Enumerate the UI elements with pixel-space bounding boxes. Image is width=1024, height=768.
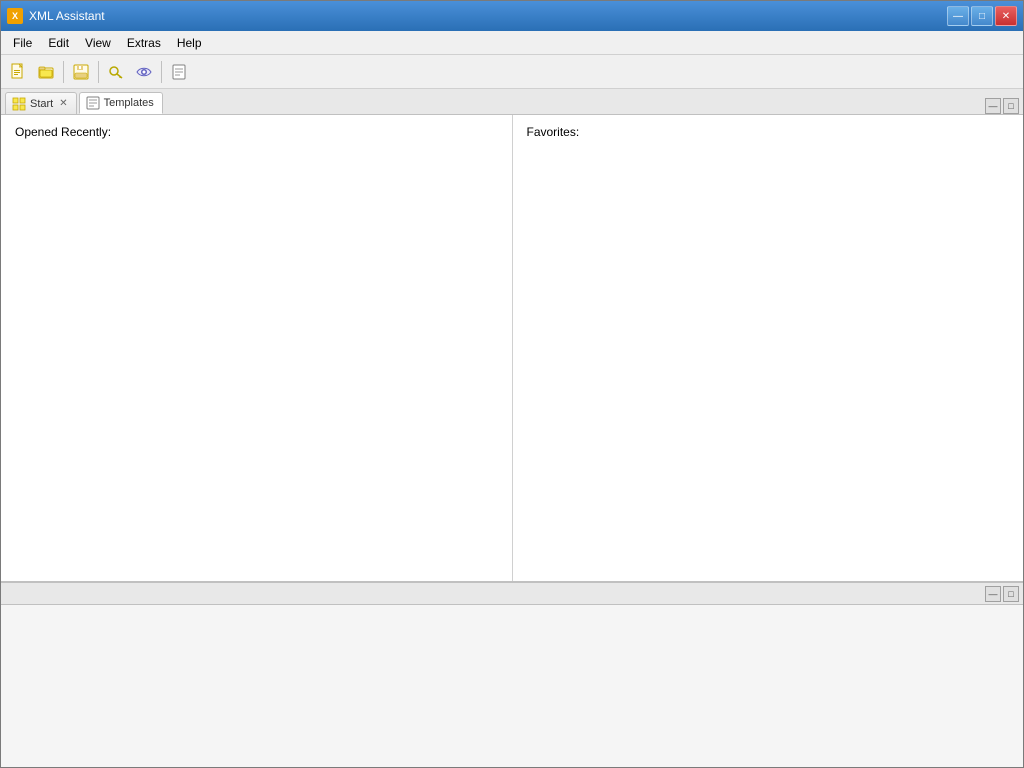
save-icon xyxy=(72,63,90,81)
document-icon xyxy=(170,63,188,81)
bottom-maximize-button[interactable]: □ xyxy=(1003,586,1019,602)
tab-minimize-button[interactable]: — xyxy=(985,98,1001,114)
bottom-panel: — □ xyxy=(1,582,1023,767)
title-bar-left: X XML Assistant xyxy=(7,8,105,24)
favorites-heading: Favorites: xyxy=(527,125,1010,139)
menu-bar: File Edit View Extras Help xyxy=(1,31,1023,55)
start-panel: Opened Recently: Favorites: xyxy=(1,115,1023,582)
tab-bar: Start ✕ Templates — □ xyxy=(1,89,1023,115)
window-title: XML Assistant xyxy=(29,9,105,23)
key-button[interactable] xyxy=(103,59,129,85)
save-button[interactable] xyxy=(68,59,94,85)
minimize-button[interactable]: — xyxy=(947,6,969,26)
menu-help[interactable]: Help xyxy=(169,34,210,52)
bottom-panel-content xyxy=(1,605,1023,767)
new-file-button[interactable] xyxy=(5,59,31,85)
templates-tab-label: Templates xyxy=(104,97,154,109)
start-tab-icon xyxy=(12,97,26,111)
menu-view[interactable]: View xyxy=(77,34,119,52)
bottom-panel-header: — □ xyxy=(1,583,1023,605)
close-button[interactable]: ✕ xyxy=(995,6,1017,26)
toolbar-separator-1 xyxy=(63,61,64,83)
window-controls: — □ ✕ xyxy=(947,6,1017,26)
start-tab-label: Start xyxy=(30,98,53,110)
new-file-icon xyxy=(9,63,27,81)
main-window: X XML Assistant — □ ✕ File Edit View Ext… xyxy=(0,0,1024,768)
start-content: Opened Recently: Favorites: xyxy=(1,115,1023,581)
tab-maximize-button[interactable]: □ xyxy=(1003,98,1019,114)
eye-icon xyxy=(135,63,153,81)
tab-start[interactable]: Start ✕ xyxy=(5,92,77,114)
title-bar: X XML Assistant — □ ✕ xyxy=(1,1,1023,31)
open-file-icon xyxy=(37,63,55,81)
toolbar xyxy=(1,55,1023,89)
start-tab-close[interactable]: ✕ xyxy=(59,98,67,109)
recently-opened-panel: Opened Recently: xyxy=(1,115,513,581)
toolbar-separator-3 xyxy=(161,61,162,83)
bottom-minimize-button[interactable]: — xyxy=(985,586,1001,602)
tab-templates[interactable]: Templates xyxy=(79,92,163,114)
document-button[interactable] xyxy=(166,59,192,85)
main-content: Opened Recently: Favorites: — □ xyxy=(1,115,1023,767)
menu-extras[interactable]: Extras xyxy=(119,34,169,52)
menu-edit[interactable]: Edit xyxy=(40,34,77,52)
favorites-panel: Favorites: xyxy=(513,115,1024,581)
templates-tab-icon xyxy=(86,96,100,110)
view-button[interactable] xyxy=(131,59,157,85)
toolbar-separator-2 xyxy=(98,61,99,83)
maximize-button[interactable]: □ xyxy=(971,6,993,26)
menu-file[interactable]: File xyxy=(5,34,40,52)
app-icon: X xyxy=(7,8,23,24)
open-file-button[interactable] xyxy=(33,59,59,85)
key-icon xyxy=(107,63,125,81)
recently-opened-heading: Opened Recently: xyxy=(15,125,498,139)
tab-controls-right: — □ xyxy=(985,98,1023,114)
